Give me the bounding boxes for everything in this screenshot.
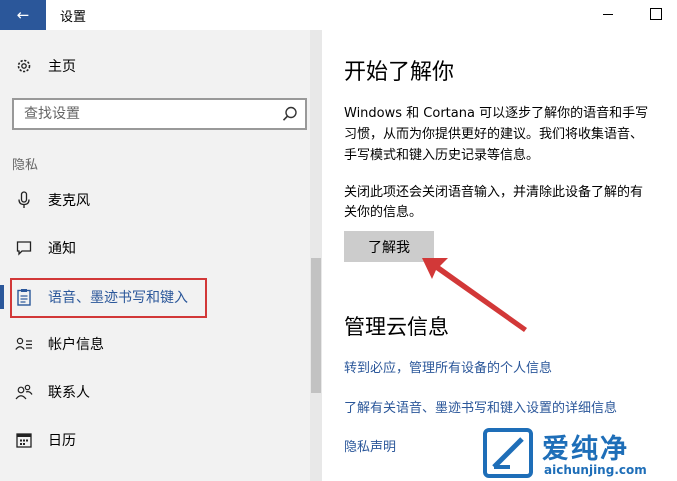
calendar-icon [14,430,34,450]
account-info-icon [14,334,34,354]
sidebar-item-label: 通知 [48,241,76,257]
sidebar-item-account-info[interactable]: 帐户信息 [0,324,310,364]
sidebar-item-label: 联系人 [48,385,90,401]
section-header: 隐私 [12,158,39,173]
window-title: 设置 [60,10,87,25]
section-title: 管理云信息 [344,315,449,339]
gear-icon [14,56,34,76]
back-button[interactable]: ← [0,0,46,30]
sidebar-item-label: 日历 [48,433,76,449]
title-bar: ← 设置 [0,0,677,30]
search-box[interactable] [12,98,307,130]
note-line: 关闭此项还会关闭语音输入，并清除此设备了解的有 [344,185,644,200]
sidebar-item-label: 帐户信息 [48,337,104,353]
contacts-icon [14,382,34,402]
privacy-statement-link[interactable]: 隐私声明 [344,436,396,455]
search-icon[interactable] [281,105,299,123]
bing-manage-info-link[interactable]: 转到必应，管理所有设备的个人信息 [344,357,552,376]
note-line: 关你的信息。 [344,205,423,220]
watermark-logo-icon [483,428,533,478]
search-input[interactable] [24,104,274,124]
watermark-brand: 爱纯净 [542,434,629,465]
annotation-highlight-box [10,278,207,318]
learn-more-link[interactable]: 了解有关语音、墨迹书写和键入设置的详细信息 [344,397,617,416]
page-title: 开始了解你 [344,60,455,85]
watermark-url: aichunjing.com [544,463,647,477]
description-line: 手写模式和键入历史记录等信息。 [344,148,540,163]
watermark: 爱纯净 aichunjing.com [478,425,677,481]
sidebar-item-label: 麦克风 [48,193,90,209]
description-line: 习惯，从而为你提供更好的建议。我们将收集语音、 [344,127,644,142]
back-arrow-icon: ← [16,6,30,24]
sidebar-item-home[interactable]: 主页 [0,46,310,86]
sidebar: 主页 隐私 麦克风 通知 语音、墨迹书写和键入 帐户信息 [0,30,322,481]
get-to-know-me-button[interactable]: 了解我 [344,231,434,262]
sidebar-item-notifications[interactable]: 通知 [0,228,310,268]
sidebar-item-calendar[interactable]: 日历 [0,420,310,460]
sidebar-item-microphone[interactable]: 麦克风 [0,180,310,220]
main-content: 开始了解你 Windows 和 Cortana 可以逐步了解你的语音和手写 习惯… [322,30,677,481]
microphone-icon [14,190,34,210]
notification-icon [14,238,34,258]
maximize-button[interactable] [644,3,668,25]
minimize-button[interactable] [596,3,620,25]
description: Windows 和 Cortana 可以逐步了解你的语音和手写 习惯，从而为你提… [344,103,677,166]
sidebar-item-contacts[interactable]: 联系人 [0,372,310,412]
note-text: 关闭此项还会关闭语音输入，并清除此设备了解的有 关你的信息。 [344,183,677,223]
sidebar-scrollbar-thumb[interactable] [311,258,321,393]
sidebar-item-label: 主页 [48,59,76,75]
description-line: Windows 和 Cortana 可以逐步了解你的语音和手写 [344,106,649,121]
sidebar-scrollbar[interactable] [310,30,322,481]
